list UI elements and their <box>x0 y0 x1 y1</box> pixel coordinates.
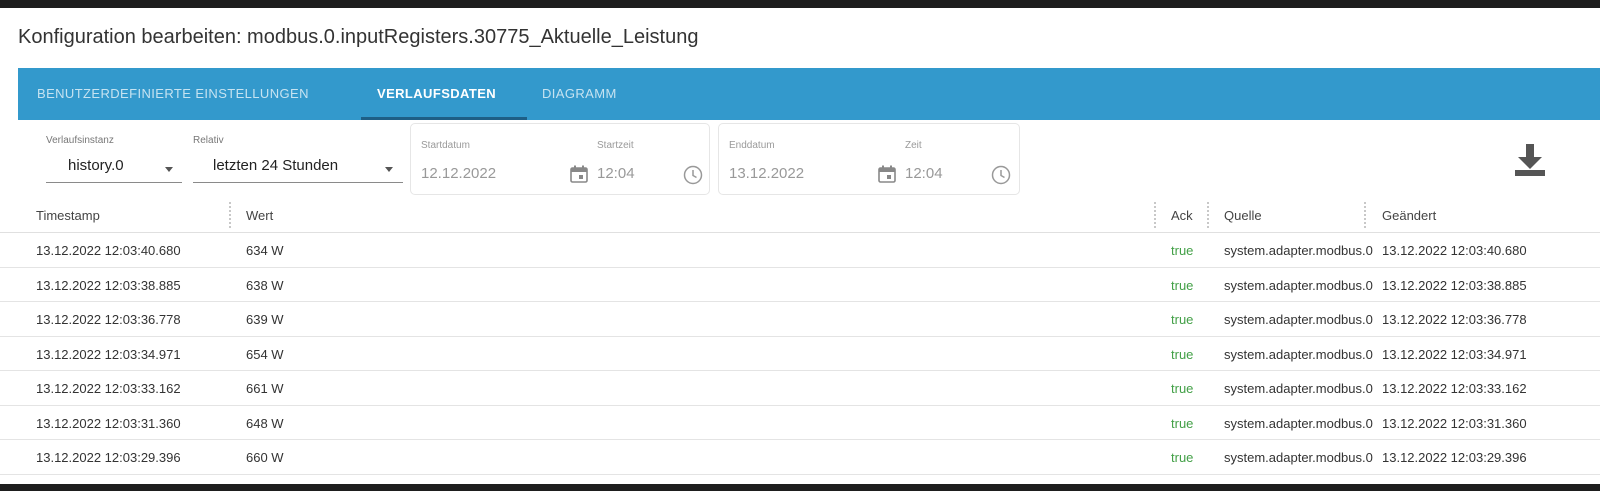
calendar-icon[interactable] <box>877 164 897 184</box>
relative-select[interactable]: letzten 24 Stunden <box>193 153 403 183</box>
column-header-value[interactable]: Wert <box>246 208 273 223</box>
instance-value: history.0 <box>68 157 124 174</box>
value-cell: 648 W <box>246 415 284 431</box>
source-cell: system.adapter.modbus.0 <box>1224 243 1373 258</box>
ack-cell: true <box>1171 381 1194 396</box>
table-row[interactable]: 13.12.2022 12:03:33.162 661 W true syste… <box>0 371 1600 406</box>
table-row[interactable]: 13.12.2022 12:03:34.971 654 W true syste… <box>0 336 1600 371</box>
tab-history-data[interactable]: VERLAUFSDATEN <box>377 68 496 120</box>
timestamp-cell: 13.12.2022 12:03:34.971 <box>36 346 181 362</box>
value-cell: 654 W <box>246 346 284 362</box>
source-cell: system.adapter.modbus.0 <box>1224 312 1373 327</box>
timestamp-cell: 13.12.2022 12:03:31.360 <box>36 415 181 431</box>
start-range-group: Startdatum 12.12.2022 Startzeit 12:04 <box>410 123 710 195</box>
source-cell: system.adapter.modbus.0 <box>1224 415 1373 431</box>
source-cell: system.adapter.modbus.0 <box>1224 381 1373 396</box>
value-cell: 639 W <box>246 312 284 327</box>
changed-cell: 13.12.2022 12:03:38.885 <box>1382 277 1527 293</box>
timestamp-cell: 13.12.2022 12:03:36.778 <box>36 312 181 327</box>
source-cell: system.adapter.modbus.0 <box>1224 346 1373 362</box>
relative-label: Relativ <box>193 135 224 146</box>
value-cell: 661 W <box>246 381 284 396</box>
end-date-field[interactable]: 13.12.2022 <box>729 165 804 182</box>
table-row[interactable]: 13.12.2022 12:03:40.680 634 W true syste… <box>0 233 1600 268</box>
column-header-timestamp[interactable]: Timestamp <box>36 208 100 223</box>
column-resize-handle[interactable] <box>229 202 231 228</box>
chevron-down-icon <box>165 167 173 172</box>
start-date-label: Startdatum <box>421 140 470 151</box>
changed-cell: 13.12.2022 12:03:34.971 <box>1382 346 1527 362</box>
table-row[interactable]: 13.12.2022 12:03:31.360 648 W true syste… <box>0 405 1600 440</box>
column-resize-handle[interactable] <box>1207 202 1209 228</box>
changed-cell: 13.12.2022 12:03:29.396 <box>1382 450 1527 465</box>
dialog-title: Konfiguration bearbeiten: modbus.0.input… <box>18 26 699 48</box>
value-cell: 660 W <box>246 450 284 465</box>
table-row[interactable]: 13.12.2022 12:03:29.396 660 W true syste… <box>0 440 1600 475</box>
instance-select[interactable]: history.0 <box>46 153 182 183</box>
ack-cell: true <box>1171 450 1194 465</box>
table-row[interactable]: 13.12.2022 12:03:38.885 638 W true syste… <box>0 267 1600 302</box>
calendar-icon[interactable] <box>569 164 589 184</box>
value-cell: 634 W <box>246 243 284 258</box>
changed-cell: 13.12.2022 12:03:33.162 <box>1382 381 1527 396</box>
end-date-label: Enddatum <box>729 140 775 151</box>
end-time-field[interactable]: 12:04 <box>905 165 943 182</box>
table-row[interactable]: 13.12.2022 12:03:36.778 639 W true syste… <box>0 302 1600 337</box>
ack-cell: true <box>1171 346 1194 362</box>
timestamp-cell: 13.12.2022 12:03:33.162 <box>36 381 181 396</box>
table-header: Timestamp Wert Ack Quelle Geändert <box>0 197 1600 233</box>
tab-chart[interactable]: DIAGRAMM <box>542 68 617 120</box>
source-cell: system.adapter.modbus.0 <box>1224 277 1373 293</box>
timestamp-cell: 13.12.2022 12:03:38.885 <box>36 277 181 293</box>
changed-cell: 13.12.2022 12:03:36.778 <box>1382 312 1527 327</box>
ack-cell: true <box>1171 277 1194 293</box>
end-range-group: Enddatum 13.12.2022 Zeit 12:04 <box>718 123 1020 195</box>
tab-custom-settings[interactable]: BENUTZERDEFINIERTE EINSTELLUNGEN <box>37 68 309 120</box>
column-header-source[interactable]: Quelle <box>1224 208 1262 223</box>
clock-icon[interactable] <box>682 164 704 186</box>
ack-cell: true <box>1171 243 1194 258</box>
changed-cell: 13.12.2022 12:03:40.680 <box>1382 243 1527 258</box>
edit-config-dialog: Konfiguration bearbeiten: modbus.0.input… <box>0 8 1600 484</box>
changed-cell: 13.12.2022 12:03:31.360 <box>1382 415 1527 431</box>
chevron-down-icon <box>385 167 393 172</box>
source-cell: system.adapter.modbus.0 <box>1224 450 1373 465</box>
timestamp-cell: 13.12.2022 12:03:29.396 <box>36 450 181 465</box>
active-tab-indicator <box>361 117 527 120</box>
column-resize-handle[interactable] <box>1154 202 1156 228</box>
column-header-changed[interactable]: Geändert <box>1382 208 1436 223</box>
column-header-ack[interactable]: Ack <box>1171 208 1193 223</box>
ack-cell: true <box>1171 415 1194 431</box>
column-resize-handle[interactable] <box>1364 202 1366 228</box>
start-date-field[interactable]: 12.12.2022 <box>421 165 496 182</box>
download-icon[interactable] <box>1512 142 1548 178</box>
end-time-label: Zeit <box>905 140 922 151</box>
start-time-label: Startzeit <box>597 140 634 151</box>
start-time-field[interactable]: 12:04 <box>597 165 635 182</box>
timestamp-cell: 13.12.2022 12:03:40.680 <box>36 243 181 258</box>
instance-label: Verlaufsinstanz <box>46 135 114 146</box>
tab-bar: BENUTZERDEFINIERTE EINSTELLUNGEN VERLAUF… <box>18 68 1600 120</box>
value-cell: 638 W <box>246 277 284 293</box>
relative-value: letzten 24 Stunden <box>213 157 339 174</box>
ack-cell: true <box>1171 312 1194 327</box>
clock-icon[interactable] <box>990 164 1012 186</box>
